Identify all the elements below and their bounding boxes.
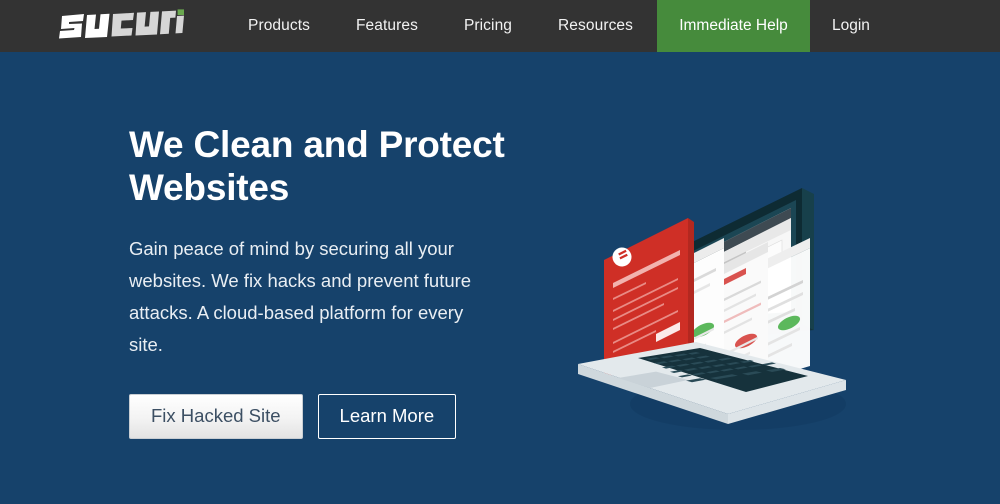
immediate-help-button[interactable]: Immediate Help xyxy=(657,0,810,52)
nav-item-products[interactable]: Products xyxy=(225,0,333,52)
hero-copy: We Clean and Protect Websites Gain peace… xyxy=(129,123,529,439)
logo-accent-square xyxy=(177,9,184,15)
nav-item-pricing[interactable]: Pricing xyxy=(441,0,535,52)
hero-section: We Clean and Protect Websites Gain peace… xyxy=(0,52,1000,504)
learn-more-button[interactable]: Learn More xyxy=(317,394,457,439)
hero-illustration xyxy=(560,152,890,452)
nav-item-features[interactable]: Features xyxy=(333,0,441,52)
isometric-laptop-illustration xyxy=(578,188,846,430)
sucuri-logo[interactable] xyxy=(58,9,184,42)
page-root: Products Features Pricing Resources Imme… xyxy=(0,0,1000,504)
hero-title: We Clean and Protect Websites xyxy=(129,124,505,208)
sucuri-logo-mark xyxy=(59,9,184,39)
fix-hacked-site-button[interactable]: Fix Hacked Site xyxy=(129,394,303,439)
nav-item-resources[interactable]: Resources xyxy=(535,0,656,52)
site-header: Products Features Pricing Resources Imme… xyxy=(0,0,1000,52)
primary-nav: Products Features Pricing Resources xyxy=(225,0,656,52)
hero-paragraph: Gain peace of mind by securing all your … xyxy=(129,238,472,355)
hero-button-group: Fix Hacked Site Learn More xyxy=(129,394,529,439)
login-link[interactable]: Login xyxy=(810,0,892,52)
